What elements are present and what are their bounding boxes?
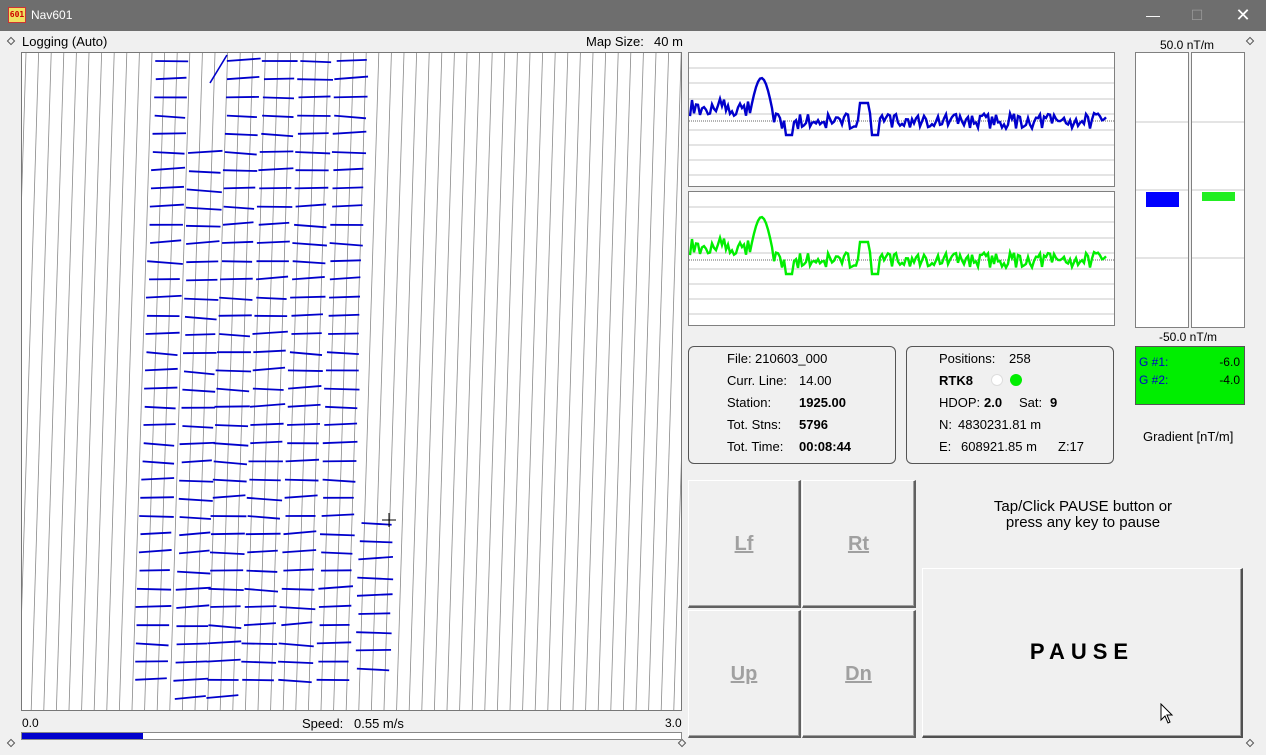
hdop-value: 2.0 (984, 395, 1003, 410)
gradient-meter-2-canvas (1192, 121, 1244, 259)
resize-handle-icon[interactable] (6, 738, 16, 748)
survey-map[interactable] (21, 52, 682, 711)
total-stations-label: Tot. Stns: (727, 417, 782, 432)
positions-label: Positions: (939, 351, 996, 366)
speed-scale-min: 0.0 (22, 716, 39, 730)
current-line-value: 14.00 (799, 373, 832, 388)
gradient-meter-1-canvas (1136, 121, 1188, 259)
status-led-off-icon (991, 374, 1003, 386)
g2-label: G #2: (1139, 373, 1169, 387)
profile-trace (688, 76, 1107, 137)
profile-trace (688, 215, 1107, 276)
gradient-caption: Gradient [nT/m] (1143, 429, 1234, 444)
speed-label: Speed: (302, 716, 344, 731)
hdop-label: HDOP: (939, 395, 981, 410)
easting-label: E: (939, 439, 952, 454)
resize-handle-icon[interactable] (1245, 36, 1255, 46)
window-title: Nav601 (31, 8, 73, 22)
title-bar: 601 Nav601 — ☐ ✕ (0, 0, 1266, 31)
file-info-panel: File: 210603_000 Curr. Line: 14.00 Stati… (688, 346, 896, 464)
profile-chart-2 (688, 191, 1115, 326)
survey-map-canvas (22, 53, 681, 710)
speed-bar (21, 732, 682, 740)
total-time-value: 00:08:44 (799, 439, 852, 454)
right-button[interactable]: Rt (802, 480, 916, 608)
status-led-on-icon (1010, 374, 1022, 386)
pause-hint: Tap/Click PAUSE button or press any key … (922, 499, 1244, 531)
file-value: 210603_000 (755, 351, 828, 366)
resize-handle-icon[interactable] (1245, 738, 1255, 748)
station-label: Station: (727, 395, 772, 410)
profile-chart-1-canvas (688, 67, 1114, 176)
mouse-pointer-icon (1160, 703, 1174, 724)
close-button[interactable]: ✕ (1220, 0, 1266, 31)
profile-gridlines (689, 206, 1114, 315)
down-button[interactable]: Dn (802, 610, 916, 738)
meter-top-label: 50.0 nT/m (1160, 38, 1215, 52)
profile-gridlines (689, 67, 1114, 176)
total-stations-value: 5796 (799, 417, 828, 432)
file-label: File: (727, 351, 752, 366)
meter-bottom-label: -50.0 nT/m (1159, 330, 1218, 344)
speed-scale-max: 3.0 (665, 716, 682, 730)
profile-chart-1 (688, 52, 1115, 187)
sat-label: Sat: (1019, 395, 1043, 410)
grid-lines (22, 53, 681, 710)
gradient-readout: G #1: -6.0 G #2: -4.0 (1135, 346, 1245, 405)
total-time-label: Tot. Time: (727, 439, 784, 454)
map-size-value: 40 m (654, 34, 683, 49)
heading-line (209, 54, 228, 84)
resize-handle-icon[interactable] (6, 36, 16, 46)
position-info-panel: Positions: 258 RTK8 HDOP: 2.0 Sat: 9 N: … (906, 346, 1114, 464)
pause-hint-line-1: Tap/Click PAUSE button or (993, 498, 1173, 515)
map-size-label: Map Size: (586, 34, 644, 49)
current-line-label: Curr. Line: (727, 373, 787, 388)
easting-value: 608921.85 m (961, 439, 1037, 454)
logging-status: Logging (Auto) (22, 34, 108, 49)
positions-value: 258 (1009, 351, 1031, 366)
gradient-meter-2-bar (1202, 192, 1235, 201)
g2-value: -4.0 (1219, 373, 1240, 387)
left-button[interactable]: Lf (688, 480, 801, 608)
app-icon: 601 (8, 7, 26, 23)
pause-hint-line-2: press any key to pause (1005, 514, 1161, 531)
rtk-status: RTK8 (939, 373, 973, 388)
gradient-meter-1 (1135, 52, 1189, 328)
g1-value: -6.0 (1219, 355, 1240, 369)
g1-label: G #1: (1139, 355, 1169, 369)
station-value: 1925.00 (799, 395, 846, 410)
gradient-meter-1-bar (1146, 192, 1179, 207)
northing-value: 4830231.81 m (958, 417, 1042, 432)
maximize-button[interactable]: ☐ (1174, 0, 1220, 31)
resize-handle-icon[interactable] (677, 738, 687, 748)
up-button[interactable]: Up (688, 610, 801, 738)
utm-zone: Z:17 (1058, 439, 1085, 454)
minimize-button[interactable]: — (1130, 0, 1176, 31)
speed-bar-fill (22, 733, 143, 739)
gradient-meter-2 (1191, 52, 1245, 328)
northing-label: N: (939, 417, 952, 432)
speed-value: 0.55 m/s (354, 716, 404, 731)
profile-chart-2-canvas (688, 206, 1114, 315)
pause-button[interactable]: PAUSE (922, 568, 1243, 738)
sat-value: 9 (1050, 395, 1058, 410)
